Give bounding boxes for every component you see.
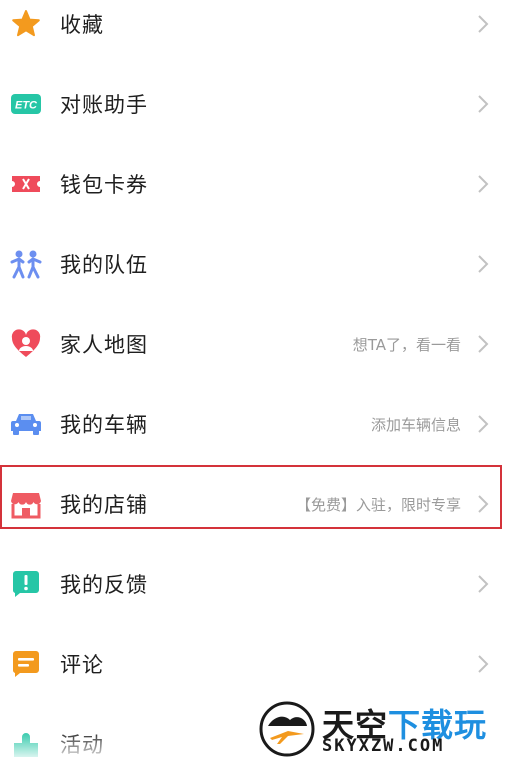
menu-item-label: 对账助手 — [60, 93, 148, 117]
menu-item-hint: 添加车辆信息 — [370, 415, 461, 434]
svg-text:ETC: ETC — [15, 100, 38, 112]
watermark-domain: SKYXZW.COM — [322, 736, 445, 756]
watermark: 天空下载玩 SKYXZW.COM — [258, 698, 505, 758]
menu-item-label: 家人地图 — [60, 333, 148, 357]
chevron-right-icon — [478, 575, 489, 593]
menu-item-my-store[interactable]: 我的店铺 【免费】入驻，限时专享 — [0, 464, 505, 544]
watermark-logo-icon — [259, 701, 315, 757]
menu-item-family-map[interactable]: 家人地图 想TA了，看一看 — [0, 304, 505, 384]
menu-item-comments[interactable]: 评论 — [0, 624, 505, 704]
menu-item-my-team[interactable]: 我的队伍 — [0, 224, 505, 304]
menu-item-wallet-coupons[interactable]: 钱包卡券 — [0, 144, 505, 224]
menu-item-hint: 【免费】入驻，限时专享 — [295, 495, 461, 514]
menu-item-favorites[interactable]: 收藏 — [0, 0, 505, 64]
menu-item-label: 评论 — [60, 653, 104, 677]
menu-item-reconcile-assistant[interactable]: ETC 对账助手 — [0, 64, 505, 144]
chevron-right-icon — [478, 255, 489, 273]
star-icon — [10, 8, 42, 40]
team-icon — [10, 248, 42, 280]
car-icon — [10, 408, 42, 440]
ticket-icon — [10, 168, 42, 200]
chevron-right-icon — [478, 655, 489, 673]
menu-item-label: 我的车辆 — [60, 413, 148, 437]
chevron-right-icon — [478, 415, 489, 433]
menu-item-my-feedback[interactable]: 我的反馈 — [0, 544, 505, 624]
chevron-right-icon — [478, 175, 489, 193]
etc-icon: ETC — [10, 88, 42, 120]
feedback-icon — [10, 568, 42, 600]
comment-icon — [10, 648, 42, 680]
chevron-right-icon — [478, 335, 489, 353]
chevron-right-icon — [478, 495, 489, 513]
chevron-right-icon — [478, 15, 489, 33]
menu-item-label: 我的队伍 — [60, 253, 148, 277]
menu-item-my-vehicles[interactable]: 我的车辆 添加车辆信息 — [0, 384, 505, 464]
menu-item-label: 活动 — [60, 733, 104, 757]
chevron-right-icon — [478, 95, 489, 113]
family-heart-icon — [10, 328, 42, 360]
store-icon — [10, 488, 42, 520]
activity-icon — [10, 728, 42, 760]
menu-item-label: 我的店铺 — [60, 493, 148, 517]
menu-item-hint: 想TA了，看一看 — [352, 335, 461, 354]
menu-item-label: 我的反馈 — [60, 573, 148, 597]
menu-item-label: 钱包卡券 — [60, 173, 148, 197]
menu-item-label: 收藏 — [60, 13, 104, 37]
